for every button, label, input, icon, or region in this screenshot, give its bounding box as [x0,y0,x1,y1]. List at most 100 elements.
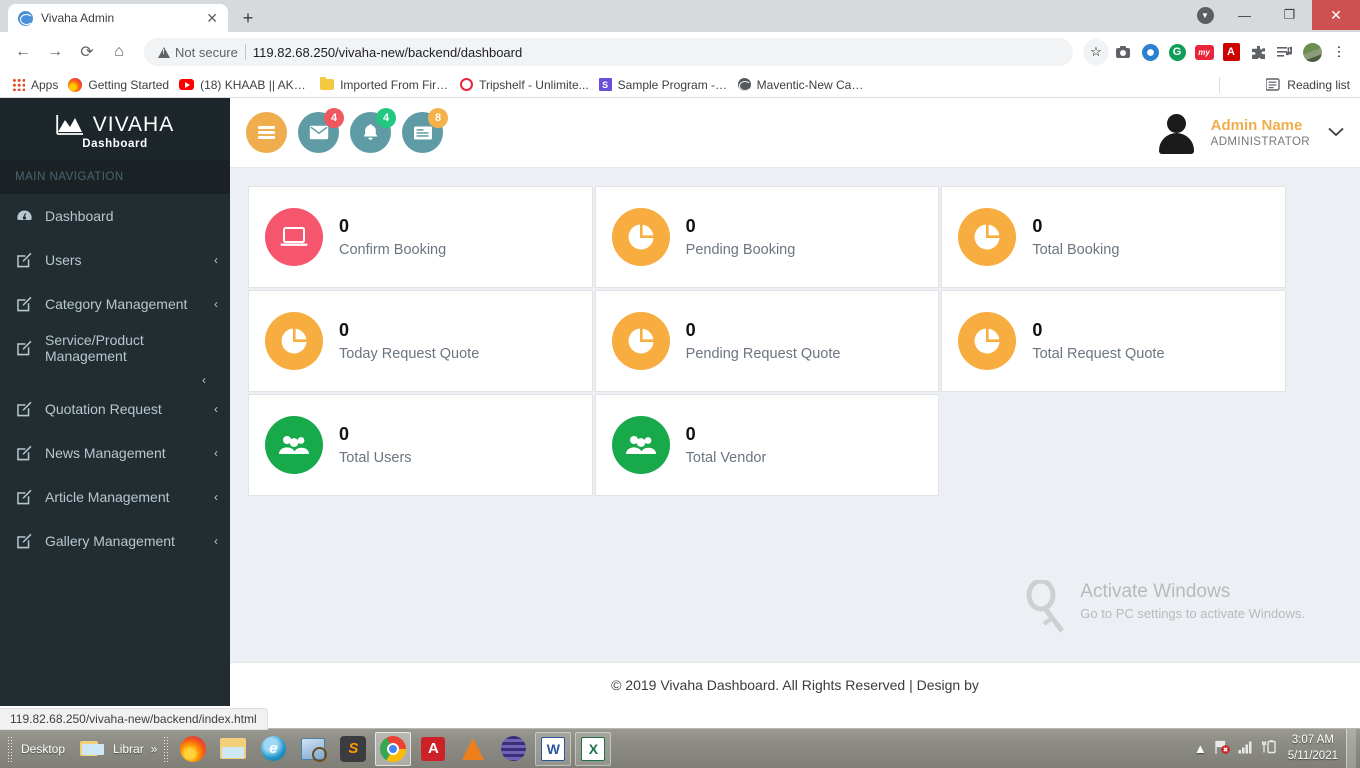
volume-icon[interactable] [1238,740,1255,757]
bookmark-tripshelf[interactable]: Tripshelf - Unlimite... [458,78,597,92]
battery-icon[interactable] [1261,740,1277,757]
notifications-button[interactable]: 4 [350,108,396,153]
file-explorer-taskbar-icon[interactable] [215,732,251,766]
sidebar-item-quotation-request[interactable]: Quotation Request ‹ [0,387,230,431]
not-secure-warning-icon [158,46,170,58]
profile-avatar-icon[interactable] [1299,39,1325,65]
hamburger-menu-icon[interactable] [246,112,287,153]
sidebar-item-gallery-management[interactable]: Gallery Management ‹ [0,519,230,563]
tab-close-icon[interactable]: ✕ [206,11,218,25]
edit-icon [16,296,34,312]
home-button[interactable]: ⌂ [104,37,134,67]
messages-button[interactable]: 4 [298,108,344,153]
bookmark-star-icon[interactable]: ☆ [1083,39,1109,65]
stat-card[interactable]: 0 Confirm Booking [248,186,593,288]
sidebar-item-category-management[interactable]: Category Management ‹ [0,282,230,326]
bookmark-sample-program[interactable]: S Sample Program - J... [597,78,736,92]
adobe-acrobat-icon[interactable]: A [1218,39,1244,65]
bookmarks-bar: Apps Getting Started (18) KHAAB || AKHI.… [0,72,1360,98]
library-folder-icon[interactable] [71,732,107,766]
sidebar-caret: ‹ [214,446,218,460]
my-extension-icon[interactable]: my [1191,39,1217,65]
taskbar-toolbar-desktop[interactable]: Desktop [17,742,69,756]
sidebar-item-dashboard[interactable]: Dashboard [0,194,230,238]
network-error-icon[interactable] [1214,740,1231,758]
grammarly-icon[interactable]: G [1164,39,1190,65]
firefox-icon [68,77,83,92]
chevron-down-icon[interactable] [1326,123,1346,143]
stat-card[interactable]: 0 Pending Booking [594,186,940,288]
user-role: ADMINISTRATOR [1210,135,1310,148]
stat-card[interactable]: 0 Total Booking [941,186,1286,288]
download-indicator-icon[interactable]: ▼ [1188,0,1222,30]
browser-tab[interactable]: Vivaha Admin ✕ [8,4,228,32]
word-taskbar-icon[interactable]: W [535,731,572,766]
back-button[interactable]: ← [8,37,38,67]
edit-icon [16,401,34,417]
sidebar-item-users[interactable]: Users ‹ [0,238,230,282]
bookmark-khaab[interactable]: (18) KHAAB || AKHI... [177,78,318,92]
taskbar-toolbar-library[interactable]: Librar [109,742,148,756]
window-close-button[interactable]: ✕ [1312,0,1360,30]
adobe-reader-taskbar-icon[interactable]: A [415,732,451,766]
sublime-text-taskbar-icon[interactable]: S [335,732,371,766]
pie-chart-icon [958,312,1017,370]
stat-card[interactable]: 0 Total Vendor [594,394,940,496]
show-desktop-button[interactable] [1346,728,1356,768]
bookmark-label: Imported From Fire... [340,77,451,92]
sidebar-item-label: Users [45,252,82,268]
bookmark-getting-started[interactable]: Getting Started [66,77,177,92]
opera-extension-icon[interactable] [1137,39,1163,65]
sidebar-caret: ‹ [202,373,206,387]
address-bar[interactable]: Not secure 119.82.68.250/vivaha-new/back… [144,38,1073,66]
stat-label: Total Booking [1032,242,1120,259]
chrome-taskbar-icon[interactable] [375,731,412,766]
system-tray: ▲ 3:07 AM 5/11/2021 [1194,733,1346,764]
toolbar-grip[interactable] [7,735,14,762]
purple-app-taskbar-icon[interactable] [495,732,531,766]
stat-label: Pending Booking [685,242,796,259]
playlist-icon[interactable] [1272,39,1298,65]
vlc-taskbar-icon[interactable] [455,732,491,766]
sidebar-item-service-product-management[interactable]: Service/Product Management ‹ [0,326,230,387]
taskbar-clock[interactable]: 3:07 AM 5/11/2021 [1284,733,1338,764]
sidebar-logo[interactable]: VIVAHA Dashboard [0,98,230,160]
new-tab-button[interactable]: + [234,4,262,32]
forward-button[interactable]: → [40,37,70,67]
excel-taskbar-icon[interactable]: X [575,731,612,766]
stat-card[interactable]: 0 Today Request Quote [248,290,593,392]
internet-explorer-taskbar-icon[interactable]: e [255,732,291,766]
stat-card[interactable]: 0 Total Request Quote [941,290,1286,392]
user-menu[interactable]: Admin Name ADMINISTRATOR [1155,111,1346,155]
sidebar-caret: ‹ [214,534,218,548]
users-group-icon [611,416,670,474]
taskbar-overflow-icon[interactable]: » [148,742,161,756]
chrome-menu-icon[interactable]: ⋮ [1326,39,1352,65]
tasks-button[interactable]: 8 [402,108,448,153]
bookmark-apps[interactable]: Apps [10,78,66,92]
bookmark-maventic[interactable]: Maventic-New Can... [736,78,875,92]
tray-expand-icon[interactable]: ▲ [1194,741,1207,756]
omnibox-divider [244,44,246,60]
camera-icon[interactable] [1110,39,1136,65]
stat-value: 0 [685,319,696,340]
search-taskbar-icon[interactable] [295,732,331,766]
security-indicator[interactable]: Not secure [158,45,238,60]
top-navbar: 4 4 8 Admin Name ADMINISTRATOR [230,98,1360,168]
window-maximize-button[interactable]: ❐ [1267,0,1312,30]
sidebar-item-article-management[interactable]: Article Management ‹ [0,475,230,519]
globe-icon [737,78,751,91]
reading-list-button[interactable]: Reading list [1266,78,1350,92]
bookmark-imported-from-firefox[interactable]: Imported From Fire... [318,76,458,92]
window-minimize-button[interactable]: — [1222,0,1267,30]
status-bar-url: 119.82.68.250/vivaha-new/backend/index.h… [0,708,268,730]
firefox-taskbar-icon[interactable] [175,732,211,766]
toolbar-grip[interactable] [163,735,171,762]
reload-button[interactable]: ⟳ [72,37,102,67]
stat-label: Total Users [339,450,412,467]
stat-card[interactable]: 0 Total Users [248,394,593,496]
stat-card[interactable]: 0 Pending Request Quote [594,290,940,392]
sidebar-item-news-management[interactable]: News Management ‹ [0,431,230,475]
puzzle-extensions-icon[interactable] [1245,39,1271,65]
reading-list-icon [1266,78,1280,91]
